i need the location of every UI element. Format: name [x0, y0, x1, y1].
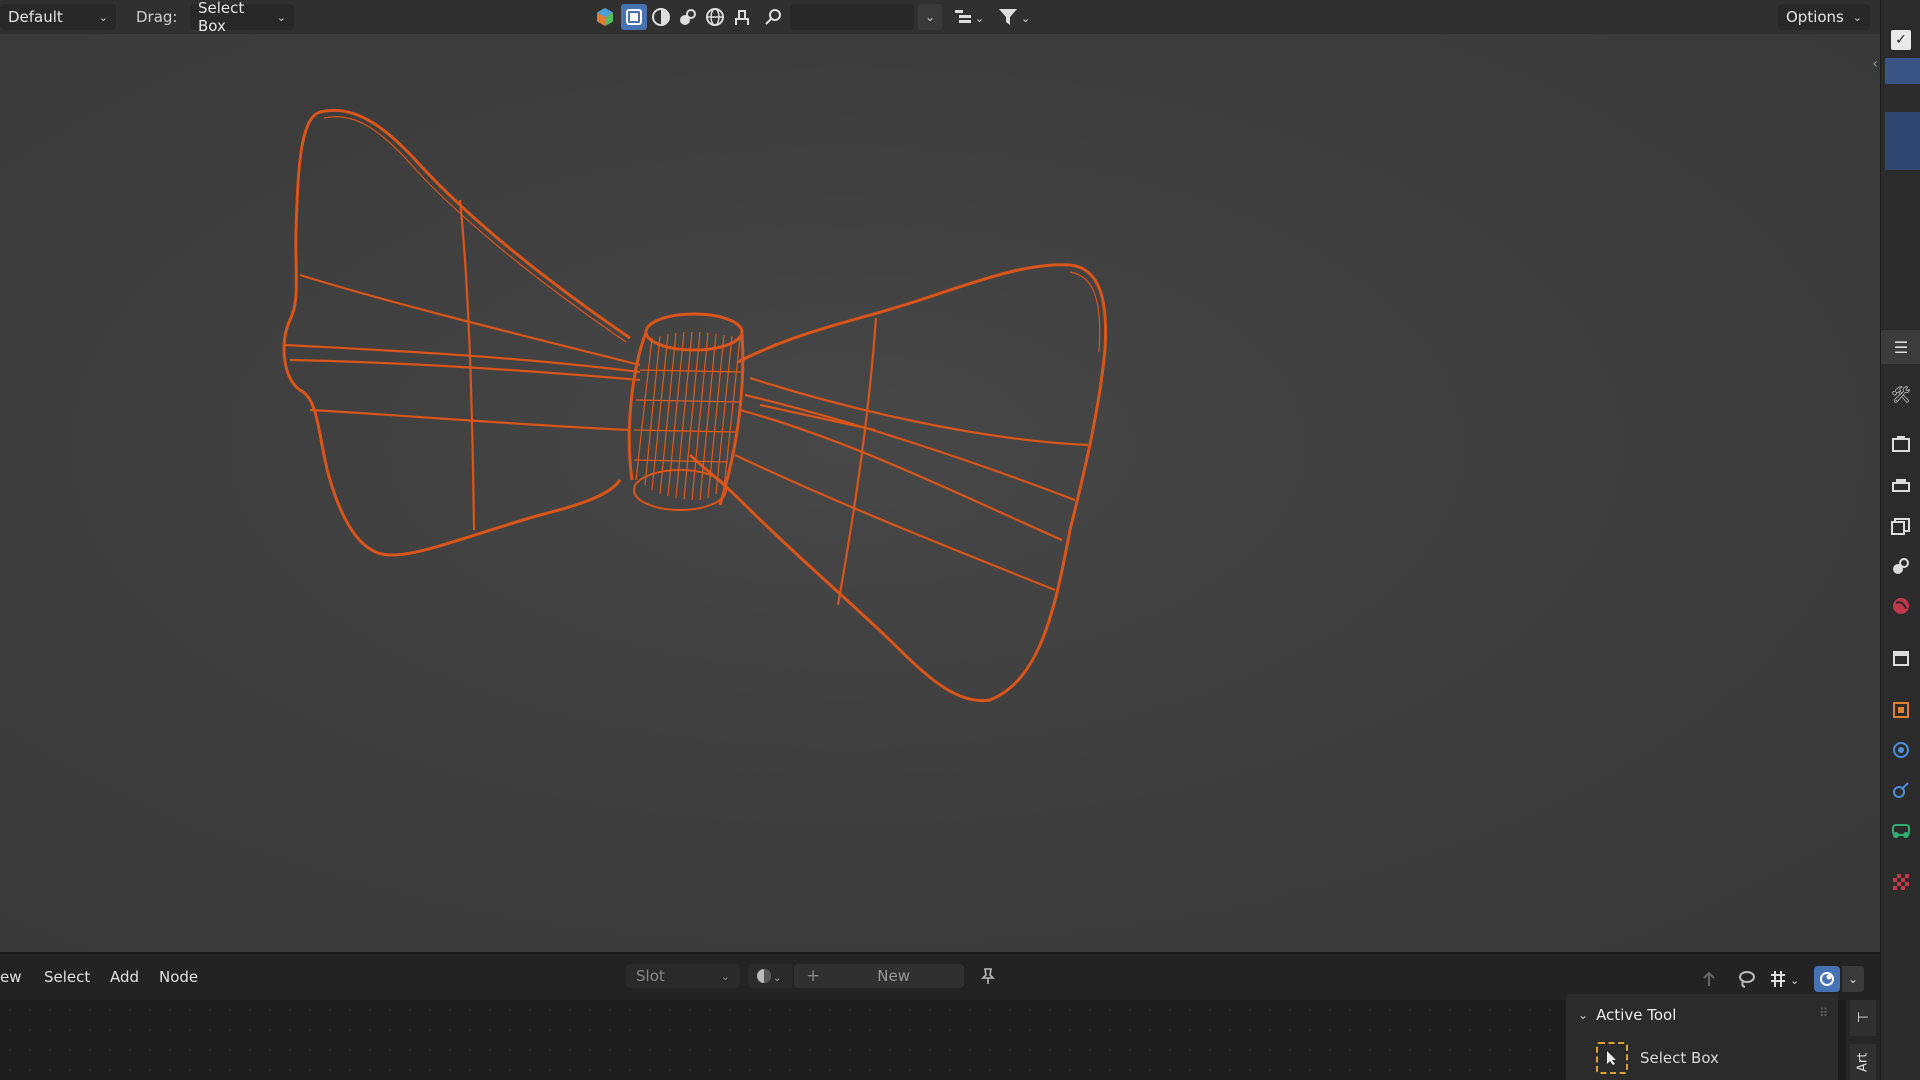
active-tool-title: Active Tool	[1596, 1006, 1677, 1024]
shading-icon[interactable]	[648, 4, 674, 30]
svg-text:⌄: ⌄	[975, 12, 984, 25]
output-icon[interactable]	[1889, 474, 1913, 498]
search-icon[interactable]	[760, 4, 786, 30]
new-label: New	[877, 967, 910, 985]
search-field[interactable]	[790, 4, 914, 30]
options-label: Options	[1786, 8, 1844, 26]
new-material-button[interactable]: + New	[794, 964, 964, 988]
lasso-icon[interactable]	[1734, 966, 1760, 992]
svg-text:⌄: ⌄	[1021, 12, 1030, 25]
view-layer-icon[interactable]	[1889, 514, 1913, 538]
object-type-icon[interactable]	[592, 4, 618, 30]
material-icon[interactable]	[675, 4, 701, 30]
constraints-icon[interactable]	[1889, 778, 1913, 802]
menu-view[interactable]: ew	[0, 968, 22, 986]
scene-icon[interactable]	[1889, 554, 1913, 578]
workspace-dropdown-label: Default	[8, 8, 63, 26]
tool-icon[interactable]: 🛠	[1889, 382, 1913, 406]
view-layer-icon[interactable]: ⌄	[948, 4, 990, 30]
svg-text:⌄: ⌄	[1790, 974, 1799, 987]
options-dropdown[interactable]: Options ⌄	[1778, 4, 1870, 30]
select-box-tool[interactable]: Select Box	[1596, 1042, 1719, 1074]
plus-icon: +	[806, 966, 821, 986]
world-icon[interactable]	[1889, 594, 1913, 618]
slot-dropdown[interactable]: Slot ⌄	[626, 964, 740, 988]
render-icon[interactable]	[1889, 432, 1913, 456]
brush-icon[interactable]	[729, 4, 755, 30]
data-icon[interactable]	[1889, 818, 1913, 842]
snap-icon[interactable]: ⌄	[1764, 966, 1806, 992]
chevron-down-icon: ⌄	[1578, 1008, 1589, 1022]
chevron-down-icon[interactable]: ⌄	[1842, 966, 1864, 992]
drag-dropdown[interactable]: Select Box ⌄	[190, 0, 294, 35]
overlay-icon[interactable]	[1814, 966, 1840, 992]
chevron-down-icon: ⌄	[98, 10, 108, 24]
checkbox-icon[interactable]: ✓	[1891, 30, 1911, 50]
workspace-dropdown[interactable]: Default ⌄	[0, 4, 116, 30]
drag-handle-icon[interactable]: ⠿	[1819, 1006, 1828, 1020]
sidebar-tabs: ⊢ Art	[1846, 1000, 1880, 1080]
bow-wireframe[interactable]	[0, 34, 1880, 952]
drag-dropdown-label: Select Box	[198, 0, 245, 35]
selected-row[interactable]	[1885, 58, 1920, 84]
menu-node[interactable]: Node	[159, 968, 198, 986]
select-box-label: Select Box	[1640, 1049, 1719, 1067]
drag-label: Drag:	[136, 8, 178, 26]
collection-icon[interactable]	[1889, 646, 1913, 670]
pin-icon[interactable]	[976, 964, 1000, 988]
chevron-down-icon: ⌄	[276, 10, 286, 24]
3d-viewport[interactable]: ‹	[0, 34, 1880, 952]
chevron-down-icon[interactable]: ⌄	[918, 4, 942, 30]
svg-text:⌄: ⌄	[773, 973, 781, 984]
selected-row[interactable]	[1885, 112, 1920, 170]
viewport-header: Default ⌄ Drag: Select Box ⌄ ⌄ ⌄ ⌄ Optio…	[0, 0, 1880, 35]
parent-node-icon[interactable]	[1696, 966, 1722, 992]
chevron-down-icon: ⌄	[1852, 10, 1862, 24]
slot-label: Slot	[636, 967, 665, 985]
filter-icon[interactable]: ⌄	[992, 4, 1036, 30]
menu-icon[interactable]: ☰	[1889, 335, 1913, 359]
active-tool-header[interactable]: ⌄ Active Tool	[1578, 1006, 1676, 1024]
physics-icon[interactable]	[1889, 738, 1913, 762]
tab-art[interactable]: Art	[1850, 1044, 1876, 1080]
chevron-down-icon: ⌄	[720, 969, 730, 983]
menu-select[interactable]: Select	[44, 968, 90, 986]
menu-add[interactable]: Add	[110, 968, 139, 986]
object-icon[interactable]	[1889, 698, 1913, 722]
material-browse-icon[interactable]: ⌄	[748, 964, 792, 988]
properties-sidebar: ✓ ☰ 🛠	[1880, 0, 1920, 1080]
select-box-mode-icon[interactable]	[621, 4, 647, 30]
texture-icon[interactable]	[1889, 870, 1913, 894]
tool-tab-icon[interactable]: ⊢	[1850, 1000, 1876, 1036]
blender-window: Default ⌄ Drag: Select Box ⌄ ⌄ ⌄ ⌄ Optio…	[0, 0, 1920, 1080]
select-box-icon	[1596, 1042, 1628, 1074]
active-tool-panel: ⌄ Active Tool ⠿ Select Box	[1566, 994, 1838, 1080]
world-icon[interactable]	[702, 4, 728, 30]
